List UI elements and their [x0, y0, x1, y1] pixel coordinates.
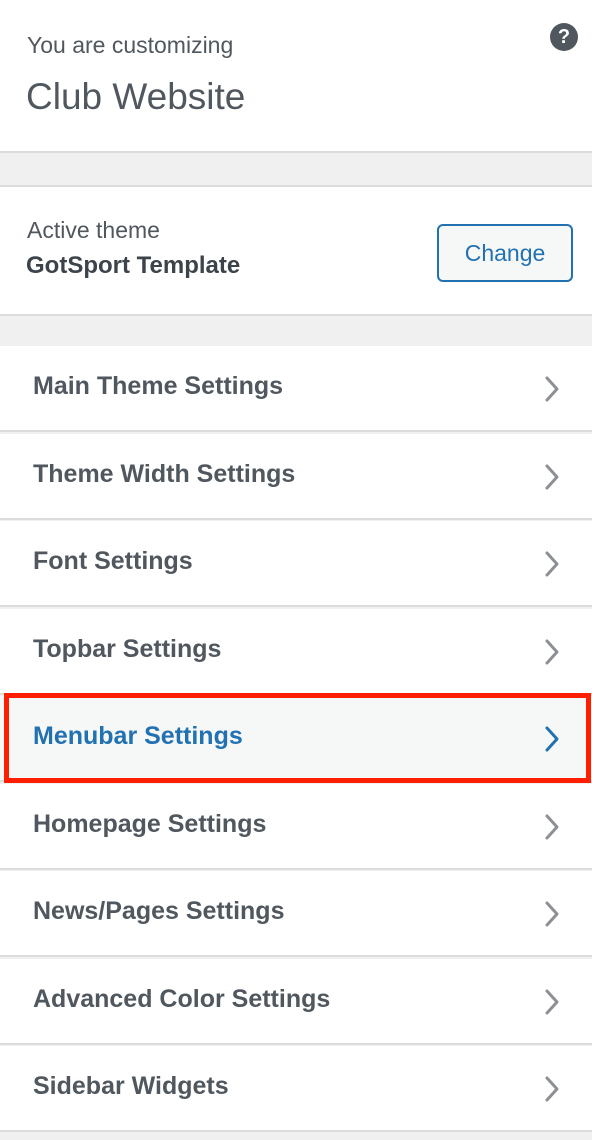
section-label: Homepage Settings: [33, 809, 267, 838]
section-topbar-settings[interactable]: Topbar Settings: [0, 608, 592, 695]
section-theme-width-settings[interactable]: Theme Width Settings: [0, 433, 592, 520]
section-label: Sidebar Widgets: [33, 1072, 229, 1100]
customizer-header: You are customizing Club Website ?: [0, 0, 592, 153]
active-theme-name: GotSport Template: [26, 252, 241, 279]
section-label: Main Theme Settings: [33, 372, 284, 400]
customizing-pretitle: You are customizing: [27, 32, 234, 58]
active-theme-label: Active theme: [27, 217, 160, 243]
section-font-settings[interactable]: Font Settings: [0, 521, 592, 607]
chevron-right-icon: [545, 464, 559, 489]
change-theme-button[interactable]: Change: [437, 224, 573, 282]
chevron-right-icon: [545, 901, 559, 927]
chevron-right-icon: [545, 1076, 559, 1102]
section-advanced-color-settings[interactable]: Advanced Color Settings: [0, 958, 592, 1045]
chevron-right-icon: [545, 814, 559, 839]
section-label: News/Pages Settings: [33, 897, 285, 925]
chevron-right-icon: [545, 989, 559, 1014]
section-menubar-settings[interactable]: Menubar Settings: [0, 696, 592, 782]
section-sidebar-widgets[interactable]: Sidebar Widgets: [0, 1046, 592, 1132]
help-icon[interactable]: ?: [550, 23, 578, 51]
chevron-right-icon: [545, 726, 559, 752]
chevron-right-icon: [545, 551, 559, 577]
active-theme-panel: Active theme GotSport Template Change: [0, 185, 592, 316]
section-label: Advanced Color Settings: [33, 984, 331, 1013]
section-label: Font Settings: [33, 547, 193, 575]
customizer-sections-list: Main Theme Settings Theme Width Settings…: [0, 346, 592, 1134]
section-main-theme-settings[interactable]: Main Theme Settings: [0, 346, 592, 432]
section-label: Topbar Settings: [33, 634, 222, 663]
chevron-right-icon: [545, 639, 559, 664]
chevron-right-icon: [545, 376, 559, 402]
site-title: Club Website: [26, 76, 246, 117]
section-homepage-settings[interactable]: Homepage Settings: [0, 783, 592, 870]
section-label: Theme Width Settings: [33, 459, 296, 488]
section-label: Menubar Settings: [33, 722, 243, 750]
section-news-pages-settings[interactable]: News/Pages Settings: [0, 871, 592, 957]
